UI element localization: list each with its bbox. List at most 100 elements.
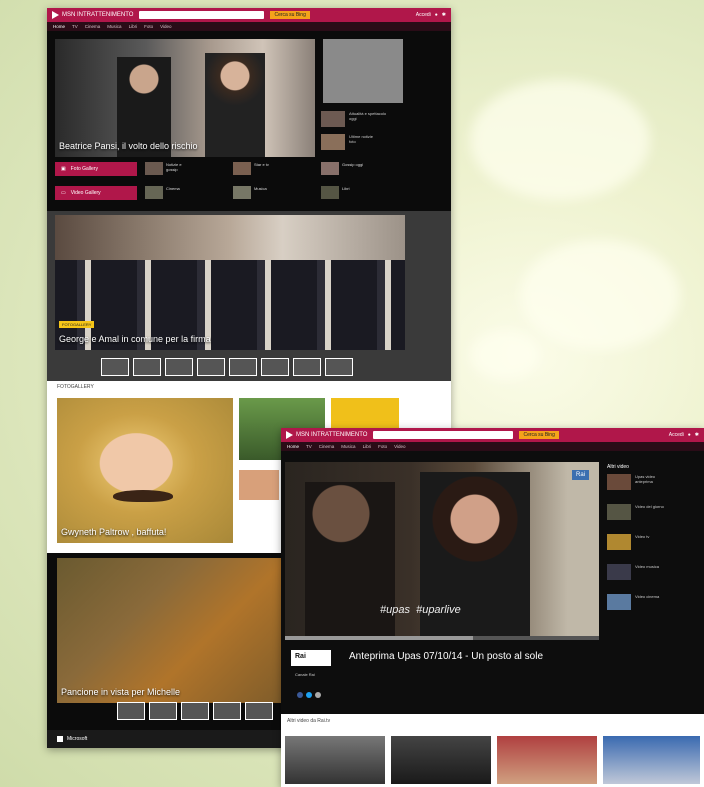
nav-item[interactable]: TV xyxy=(306,444,312,449)
rai-badge: Rai xyxy=(571,470,589,480)
gwyneth-image[interactable]: Gwyneth Paltrow , baffuta! xyxy=(57,398,233,543)
account-label[interactable]: Accedi xyxy=(669,432,684,438)
nav-item[interactable]: Libri xyxy=(363,444,372,449)
user-icon[interactable]: ● xyxy=(688,432,691,438)
site-logo[interactable]: MSN INTRATTENIMENTO xyxy=(286,431,367,439)
thumb-item[interactable]: Cinema xyxy=(145,186,214,199)
section-label: FOTOGALLERY xyxy=(57,384,94,390)
site-logo[interactable]: MSN INTRATTENIMENTO xyxy=(52,11,133,19)
twitter-icon[interactable] xyxy=(306,692,312,698)
gear-icon[interactable]: ✱ xyxy=(442,12,446,18)
strip-thumb[interactable] xyxy=(117,702,145,720)
thumb-item[interactable]: Musica xyxy=(233,186,302,199)
thumb-item[interactable]: Star e tv xyxy=(233,162,302,175)
video-player[interactable]: #upas #uparlive Rai xyxy=(285,462,599,640)
hero-image[interactable]: Beatrice Pansi, il volto dello rischio xyxy=(55,39,315,157)
hero2-image[interactable]: FOTOGALLERY George e Amal in comune per … xyxy=(55,215,405,350)
strip-thumb[interactable] xyxy=(229,358,257,376)
search-button[interactable]: Cerca su Bing xyxy=(270,11,310,19)
video-thumb[interactable] xyxy=(285,736,385,784)
gwyneth-caption[interactable]: Gwyneth Paltrow , baffuta! xyxy=(61,527,166,537)
thumb-item[interactable]: Notizie e gossip xyxy=(145,162,214,175)
bg-petal xyxy=(520,240,680,350)
nav-item[interactable]: Cinema xyxy=(85,24,101,29)
side-list-item[interactable]: Attualità e spettacolo oggi xyxy=(321,111,409,127)
strip-thumb[interactable] xyxy=(293,358,321,376)
video-thumb[interactable] xyxy=(497,736,597,784)
video-progress-bar[interactable] xyxy=(285,636,599,640)
nav-item[interactable]: Home xyxy=(53,24,65,29)
thumb-item[interactable]: Gossip oggi xyxy=(321,162,390,175)
related-video-item[interactable]: Video tv xyxy=(607,534,695,550)
video-gallery-button[interactable]: ▭ Video Gallery xyxy=(55,186,137,200)
account-label[interactable]: Accedi xyxy=(416,12,431,18)
button-label: Video Gallery xyxy=(70,190,101,196)
foto-gallery-button[interactable]: ▣ Foto Gallery xyxy=(55,162,137,176)
right-window-screenshot: MSN INTRATTENIMENTO Cerca su Bing Accedi… xyxy=(281,428,704,787)
top-bar: MSN INTRATTENIMENTO Cerca su Bing Accedi… xyxy=(281,428,704,442)
account-area[interactable]: Accedi ● ✱ xyxy=(416,12,446,18)
strip-thumb[interactable] xyxy=(245,702,273,720)
logo-text: MSN INTRATTENIMENTO xyxy=(62,12,134,18)
nav-item[interactable]: Libri xyxy=(129,24,138,29)
thumb-image[interactable] xyxy=(239,470,279,500)
logo-text: MSN INTRATTENIMENTO xyxy=(296,432,368,438)
strip-thumb[interactable] xyxy=(165,358,193,376)
strip-thumb[interactable] xyxy=(261,358,289,376)
video-thumb[interactable] xyxy=(391,736,491,784)
windows-icon xyxy=(57,736,63,742)
nav-item[interactable]: Video xyxy=(160,24,171,29)
video-thumb[interactable] xyxy=(603,736,700,784)
button-label: Foto Gallery xyxy=(70,166,98,172)
nav-item[interactable]: Cinema xyxy=(319,444,335,449)
michelle-caption[interactable]: Pancione in vista per Michelle xyxy=(61,687,180,697)
facebook-icon[interactable] xyxy=(297,692,303,698)
related-video-item[interactable]: Video musica xyxy=(607,564,695,580)
bg-petal xyxy=(470,330,540,380)
thumb-item[interactable]: Libri xyxy=(321,186,390,199)
video-person-left xyxy=(305,482,395,640)
monitor-icon: ▭ xyxy=(61,190,66,196)
nav-item[interactable]: TV xyxy=(72,24,78,29)
strip-thumb[interactable] xyxy=(181,702,209,720)
nav-bar: Home TV Cinema Musica Libri Foto Video xyxy=(281,442,704,451)
related-video-item[interactable]: Video del giorno xyxy=(607,504,695,520)
nav-item[interactable]: Foto xyxy=(378,444,387,449)
side-list-item[interactable]: Ultime notizie foto xyxy=(321,134,409,150)
nav-item[interactable]: Musica xyxy=(107,24,121,29)
video-progress-fill xyxy=(285,636,474,640)
gear-icon[interactable]: ✱ xyxy=(695,432,699,438)
nav-item[interactable]: Home xyxy=(287,444,299,449)
email-icon[interactable] xyxy=(315,692,321,698)
nav-item[interactable]: Foto xyxy=(144,24,153,29)
strip-thumb[interactable] xyxy=(149,702,177,720)
hero2-caption[interactable]: George e Amal in comune per la firma xyxy=(59,334,211,344)
channel-name: Canale Rai xyxy=(295,672,315,677)
strip-thumb[interactable] xyxy=(101,358,129,376)
fotogallery-tag: FOTOGALLERY xyxy=(59,321,95,328)
strip-thumb[interactable] xyxy=(197,358,225,376)
hero-person-right xyxy=(205,53,265,157)
nav-item[interactable]: Video xyxy=(394,444,405,449)
camera-icon: ▣ xyxy=(61,166,66,172)
ad-box xyxy=(323,39,403,103)
hero2-thumbnail-strip xyxy=(101,358,353,376)
user-icon[interactable]: ● xyxy=(435,12,438,18)
nav-bar: Home TV Cinema Musica Libri Foto Video xyxy=(47,22,451,31)
nav-item[interactable]: Musica xyxy=(341,444,355,449)
more-label: Altri video da Rai.tv xyxy=(287,718,331,724)
michelle-image[interactable]: Pancione in vista per Michelle xyxy=(57,558,297,703)
related-video-item[interactable]: Upas video anteprima xyxy=(607,474,695,490)
strip-thumb[interactable] xyxy=(325,358,353,376)
video-title: Anteprima Upas 07/10/14 - Un posto al so… xyxy=(349,651,543,662)
channel-logo[interactable]: Rai xyxy=(291,650,331,666)
search-input[interactable] xyxy=(373,431,514,439)
search-button[interactable]: Cerca su Bing xyxy=(519,431,559,439)
account-area[interactable]: Accedi ● ✱ xyxy=(669,432,699,438)
michelle-thumbnail-strip xyxy=(117,702,273,720)
hero-caption[interactable]: Beatrice Pansi, il volto dello rischio xyxy=(59,141,198,151)
strip-thumb[interactable] xyxy=(213,702,241,720)
related-video-item[interactable]: Video cinema xyxy=(607,594,695,610)
search-input[interactable] xyxy=(139,11,265,19)
strip-thumb[interactable] xyxy=(133,358,161,376)
